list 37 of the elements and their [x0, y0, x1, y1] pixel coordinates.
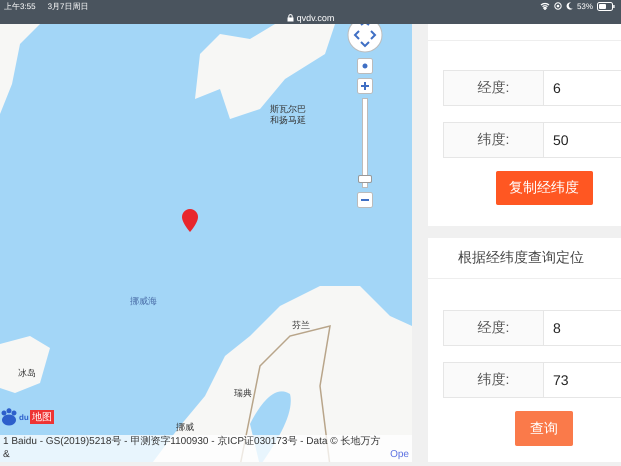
field-label: 经度: [443, 70, 544, 106]
location-icon [554, 2, 562, 10]
wifi-icon [540, 2, 550, 10]
map-label: 瑞典 [234, 388, 252, 398]
map-label: 挪威 [176, 422, 194, 432]
map-label: 斯瓦尔巴 [270, 104, 306, 114]
battery-percent: 53% [576, 2, 593, 10]
status-time: 上午3:55 [4, 0, 36, 12]
pan-control-icon[interactable] [346, 24, 384, 54]
zoom-out-icon[interactable] [357, 192, 373, 208]
input-field[interactable]: 50 [544, 122, 621, 158]
map-view[interactable]: 斯瓦尔巴 和扬马延 挪威海 芬兰 瑞典 挪威 冰岛 du 地图 1 Baidu - GS(2019)5218号 - 甲测资字1100930 - 京ICP证030173号 - Data © 长地万方 & Ope [0, 24, 412, 462]
logo-text: 地图 [30, 410, 54, 424]
map-label: 冰岛 [18, 368, 36, 378]
paw-logo-icon [0, 408, 18, 426]
status-date: 3月7日周日 [48, 0, 88, 12]
map-label: 芬兰 [292, 320, 310, 330]
card-title: 根据经纬度查询定位 [428, 238, 621, 279]
field-label: 经度: [443, 310, 544, 346]
input-field[interactable]: 6 [544, 70, 621, 106]
copyright-text: 1 Baidu - GS(2019)5218号 - 甲测资字1100930 - 京ICP证030173号 - Data © 长地万方 & [3, 436, 382, 461]
map-label: 和扬马延 [270, 115, 306, 126]
field-label: 纬度: [443, 122, 544, 158]
copyright-link[interactable]: Ope [390, 448, 409, 461]
map-pin-icon [181, 208, 201, 234]
logo-mark: du [19, 412, 29, 422]
locate-button-icon[interactable] [357, 58, 373, 74]
moon-icon [566, 2, 573, 10]
input-field[interactable]: 73 [544, 362, 621, 398]
battery-icon [597, 2, 615, 10]
url-text[interactable]: qvdv.com [296, 13, 334, 23]
zoom-in-icon[interactable] [357, 78, 373, 94]
field-label: 纬度: [443, 362, 544, 398]
input-field[interactable]: 8 [544, 310, 621, 346]
map-label: 挪威海 [130, 296, 157, 306]
zoom-slider-thumb[interactable] [358, 174, 372, 183]
lock-icon [286, 14, 294, 22]
